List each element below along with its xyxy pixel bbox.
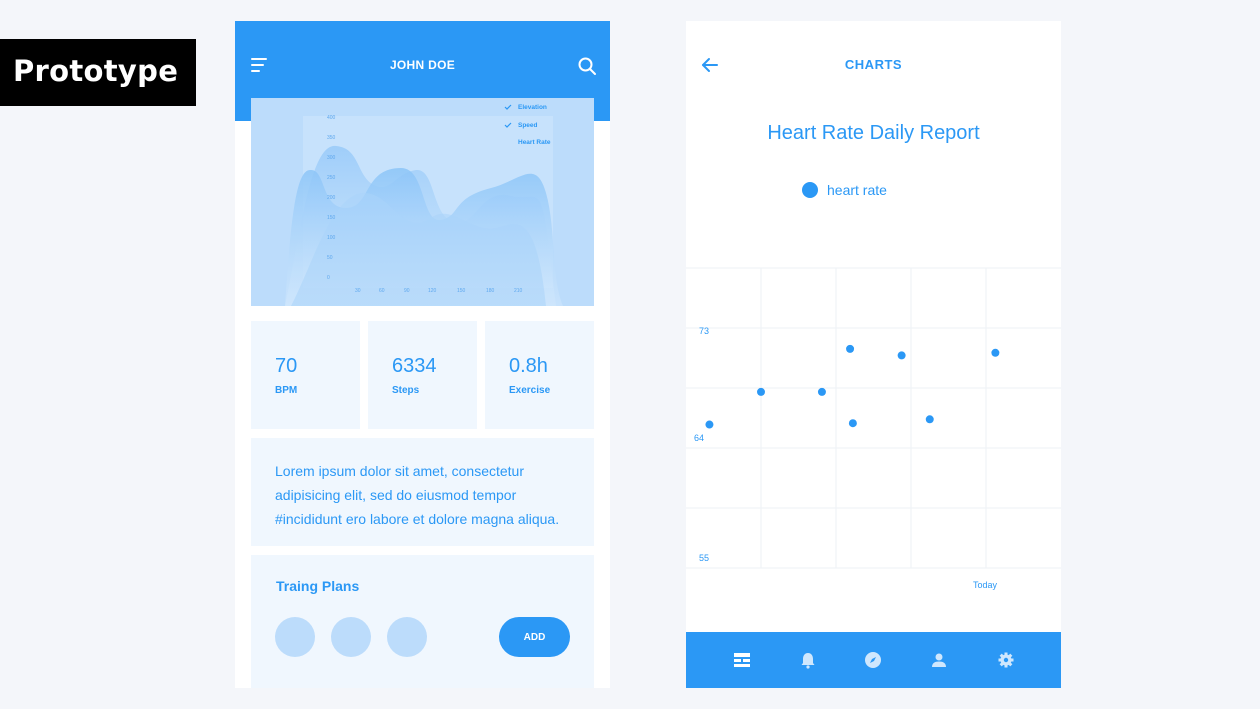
y-tick-label: 64 — [694, 433, 704, 443]
training-plans-title: Traing Plans — [276, 578, 360, 594]
legend-elevation[interactable]: Elevation — [518, 104, 547, 111]
legend-marker — [802, 182, 818, 198]
y-tick-label: 73 — [699, 326, 709, 336]
y-tick: 150 — [327, 215, 336, 221]
report-title: Heart Rate Daily Report — [767, 122, 980, 144]
description-text: Lorem ipsum dolor sit amet, consectetur … — [251, 438, 594, 546]
plan-item[interactable] — [331, 617, 371, 657]
stat-card-bpm: 70 BPM — [251, 321, 360, 429]
stat-label: Steps — [392, 385, 420, 396]
y-tick: 400 — [327, 115, 336, 121]
stat-value: 0.8h — [509, 355, 548, 377]
plan-item[interactable] — [387, 617, 427, 657]
stat-card-steps: 6334 Steps — [368, 321, 477, 429]
compass-icon[interactable] — [863, 650, 883, 670]
search-icon[interactable] — [577, 56, 597, 76]
data-point — [705, 420, 714, 429]
data-point — [848, 419, 857, 428]
x-tick: 150 — [457, 288, 466, 294]
bell-icon[interactable] — [798, 650, 818, 670]
page-title: CHARTS — [844, 57, 903, 72]
legend-label: heart rate — [827, 182, 887, 198]
user-icon[interactable] — [929, 650, 949, 670]
bottom-nav — [686, 632, 1061, 688]
data-point — [991, 348, 1000, 357]
data-point — [925, 415, 934, 424]
heart-rate-scatter-chart: 73 64 55 Today — [686, 267, 1061, 590]
data-point — [757, 387, 765, 396]
x-tick: 60 — [379, 288, 385, 294]
check-icon[interactable] — [504, 104, 512, 110]
dashboard-icon[interactable] — [732, 650, 752, 670]
y-tick: 300 — [327, 155, 336, 161]
stat-label: Exercise — [509, 385, 551, 396]
activity-area-chart: 400 350 300 250 200 150 100 50 0 30 60 9… — [251, 98, 594, 306]
training-plans-card: Traing Plans ADD — [251, 555, 594, 688]
profile-screen: JOHN DOE 400 350 300 250 200 150 100 50 … — [235, 21, 610, 688]
stat-label: BPM — [275, 385, 298, 396]
x-tick: 180 — [486, 288, 495, 294]
x-tick: 30 — [355, 288, 361, 294]
stat-value: 6334 — [392, 355, 437, 377]
x-tick: 210 — [514, 288, 523, 294]
y-tick-label: 55 — [699, 553, 709, 563]
y-tick: 250 — [327, 175, 336, 181]
x-tick: 90 — [404, 288, 410, 294]
plan-item[interactable] — [275, 617, 315, 657]
data-point — [817, 387, 826, 396]
x-tick-label: Today — [973, 580, 998, 590]
settings-icon[interactable] — [996, 650, 1016, 670]
legend-speed[interactable]: Speed — [518, 122, 538, 129]
stat-value: 70 — [275, 355, 298, 377]
stat-card-exercise: 0.8h Exercise — [485, 321, 594, 429]
data-point — [846, 344, 855, 353]
page-title: JOHN DOE — [389, 58, 456, 72]
y-tick: 200 — [327, 195, 336, 201]
y-tick: 350 — [327, 135, 336, 141]
y-tick: 50 — [327, 255, 333, 261]
legend-heart-rate[interactable]: Heart Rate — [518, 139, 551, 146]
add-plan-button[interactable]: ADD — [499, 617, 570, 657]
prototype-badge: Prototype — [0, 39, 196, 106]
charts-screen: CHARTS Heart Rate Daily Report heart rat… — [686, 21, 1061, 688]
data-point — [897, 351, 906, 360]
y-tick: 0 — [327, 275, 330, 281]
y-tick: 100 — [327, 235, 336, 241]
x-tick: 120 — [428, 288, 437, 294]
